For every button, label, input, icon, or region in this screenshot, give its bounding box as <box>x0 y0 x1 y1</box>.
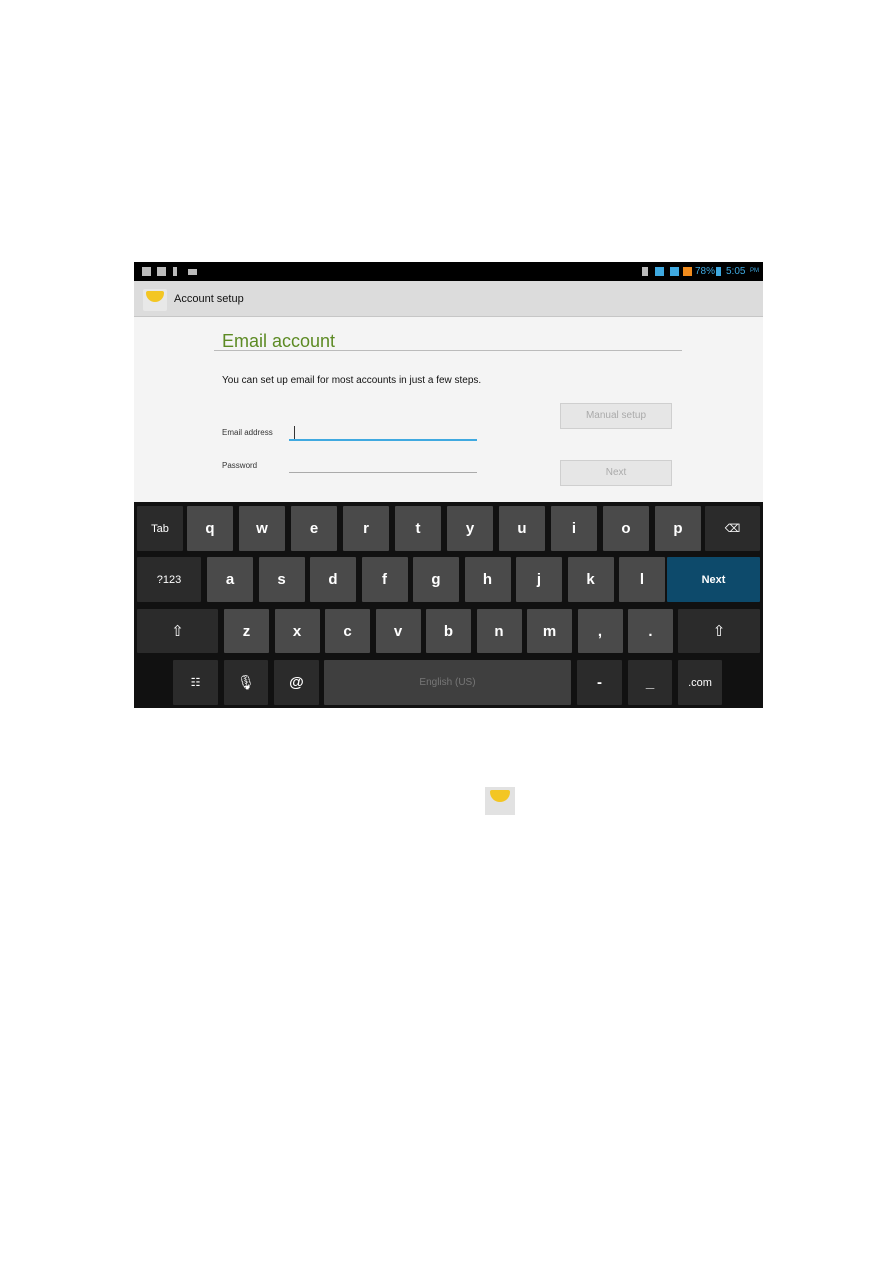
key-comma[interactable]: , <box>577 609 623 653</box>
key-shift-right[interactable]: ⇧ <box>678 609 760 653</box>
manual-setup-button[interactable]: Manual setup <box>560 403 672 429</box>
key-f[interactable]: f <box>361 557 408 602</box>
key-o[interactable]: o <box>603 506 649 551</box>
email-label: Email address <box>222 428 273 437</box>
clock-ampm: PM <box>750 268 759 274</box>
key-b[interactable]: b <box>426 609 471 653</box>
section-heading: Email account <box>222 331 336 351</box>
screenshot-icon <box>142 267 151 276</box>
key-a[interactable]: a <box>207 557 253 602</box>
key-symbols[interactable]: ?123 <box>137 557 201 602</box>
intro-text: You can set up email for most accounts i… <box>222 375 482 386</box>
key-m[interactable]: m <box>527 609 572 653</box>
status-bar: 78% 5:05 PM <box>134 262 763 281</box>
key-underscore[interactable]: _ <box>628 660 672 705</box>
shift-icon: ⇧ <box>171 623 184 640</box>
account-form: Email account You can set up email for m… <box>134 317 763 502</box>
key-e[interactable]: e <box>291 506 337 551</box>
signal-icon <box>683 267 692 276</box>
wifi-icon <box>655 267 664 276</box>
key-l[interactable]: l <box>619 557 665 602</box>
key-period[interactable]: . <box>628 609 673 653</box>
key-at[interactable]: @ <box>274 660 319 705</box>
email-app-icon <box>485 787 515 815</box>
key-shift-left[interactable]: ⇧ <box>137 609 218 653</box>
key-y[interactable]: y <box>447 506 493 551</box>
next-button[interactable]: Next <box>560 460 672 486</box>
key-q[interactable]: q <box>187 506 233 551</box>
page-title: Account setup <box>174 293 244 305</box>
device-screenshot: 78% 5:05 PM Account setup Email account … <box>134 262 763 708</box>
key-x[interactable]: x <box>274 609 320 653</box>
key-h[interactable]: h <box>464 557 511 602</box>
password-label: Password <box>222 461 258 470</box>
key-next[interactable]: Next <box>667 557 760 602</box>
backspace-icon: ⌫ <box>724 523 741 535</box>
key-v[interactable]: v <box>375 609 421 653</box>
battery-percent: 78% <box>695 266 716 277</box>
key-k[interactable]: k <box>567 557 614 602</box>
key-p[interactable]: p <box>655 506 701 551</box>
key-n[interactable]: n <box>476 609 522 653</box>
action-bar: Account setup <box>134 281 763 317</box>
key-z[interactable]: z <box>224 609 269 653</box>
key-r[interactable]: r <box>343 506 389 551</box>
key-voice[interactable]: 🎙 <box>224 660 268 705</box>
key-settings[interactable]: ☷ <box>173 660 218 705</box>
vibrate-icon <box>642 267 648 276</box>
key-c[interactable]: c <box>325 609 370 653</box>
key-t[interactable]: t <box>395 506 441 551</box>
password-field[interactable] <box>289 460 477 473</box>
android-debug-icon <box>188 269 197 275</box>
shift-icon: ⇧ <box>712 623 726 640</box>
key-dotcom[interactable]: .com <box>678 660 722 705</box>
document-page: 78% 5:05 PM Account setup Email account … <box>0 0 893 1263</box>
usb-icon <box>173 267 177 276</box>
soft-keyboard: Tab qwertyuiopasdfghjklzxcvbnm,. ⌫ ?123 … <box>134 502 763 708</box>
key-i[interactable]: i <box>551 506 597 551</box>
key-backspace[interactable]: ⌫ <box>705 506 760 551</box>
settings-sliders-icon: ☷ <box>190 677 201 689</box>
clock: 5:05 <box>726 266 746 277</box>
image-icon <box>157 267 166 276</box>
key-dash[interactable]: - <box>577 660 622 705</box>
key-d[interactable]: d <box>310 557 356 602</box>
key-j[interactable]: j <box>516 557 562 602</box>
key-tab[interactable]: Tab <box>137 506 183 551</box>
email-app-icon[interactable] <box>143 289 167 311</box>
email-field[interactable] <box>289 426 477 441</box>
key-g[interactable]: g <box>413 557 459 602</box>
signal-icon <box>670 267 679 276</box>
key-space[interactable]: English (US) <box>324 660 571 705</box>
key-w[interactable]: w <box>239 506 285 551</box>
key-s[interactable]: s <box>258 557 305 602</box>
divider <box>214 350 682 351</box>
battery-icon <box>716 267 721 276</box>
microphone-icon: 🎙 <box>237 674 255 690</box>
text-cursor <box>294 426 295 439</box>
key-u[interactable]: u <box>499 506 545 551</box>
